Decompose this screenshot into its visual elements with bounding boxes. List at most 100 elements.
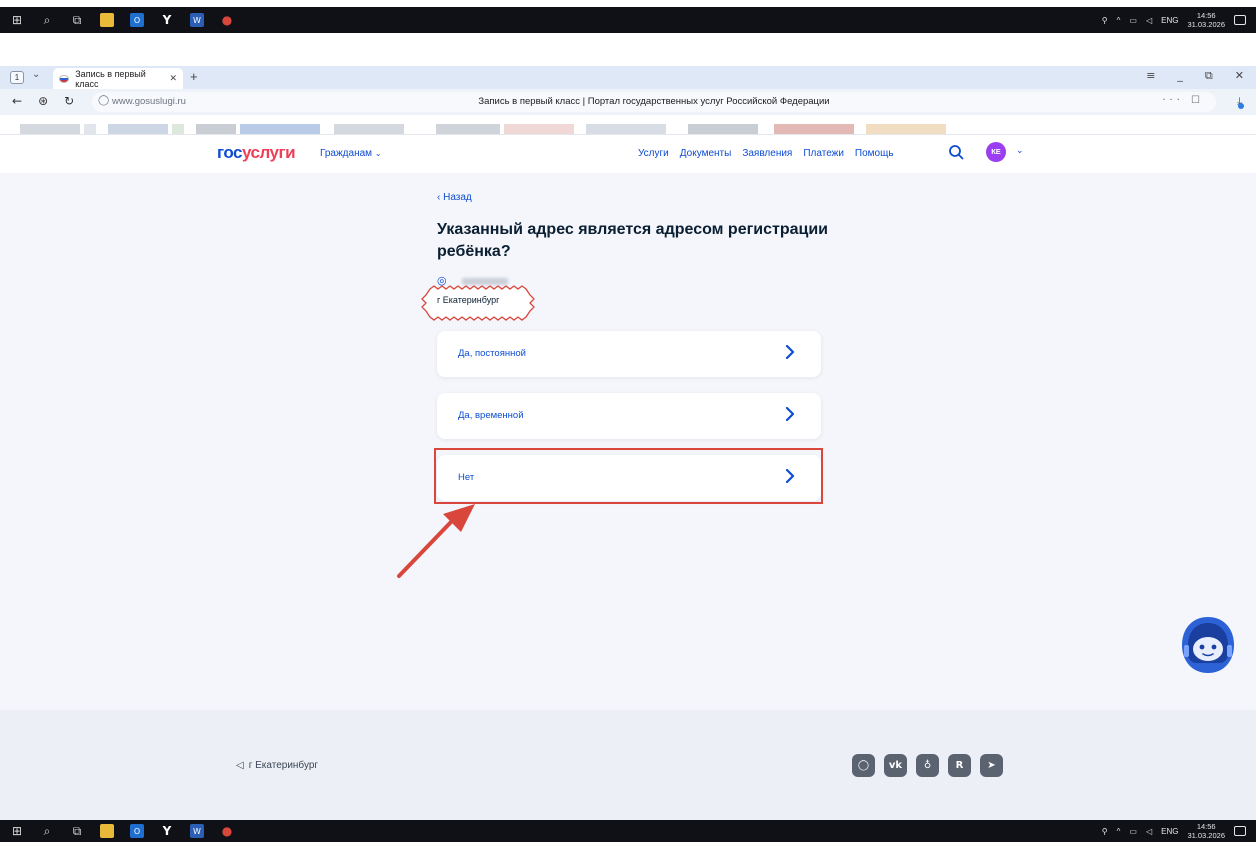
chevron-down-icon: ⌄ [374,149,382,158]
address-bar-row: ← ⊛ ↻ ◯ www.gosuslugi.ru Запись в первый… [0,89,1256,115]
annotation-highlight-box [434,448,823,504]
tabs-dropdown-icon[interactable]: ⌄ [32,69,40,80]
new-tab-icon[interactable]: + [190,69,198,84]
bookmark-item[interactable] [20,124,80,134]
nav-documents[interactable]: Документы [680,148,732,159]
volume-icon[interactable]: ◁ [1146,16,1152,25]
chevron-right-icon [785,345,795,359]
option-permanent[interactable]: Да, постоянной [437,331,821,377]
top-navigation: Услуги Документы Заявления Платежи Помощ… [638,148,894,159]
back-arrow-icon[interactable]: ← [12,94,22,108]
outlook-icon[interactable]: O [130,824,144,838]
word-icon[interactable]: W [190,824,204,838]
app-icon[interactable]: ● [220,13,234,27]
nav-applications[interactable]: Заявления [742,148,792,159]
language-indicator[interactable]: ENG [1161,827,1178,836]
download-badge [1238,103,1244,109]
outlook-icon[interactable]: O [130,13,144,27]
footer-location[interactable]: ◁ г Екатеринбург [236,760,318,771]
search-icon[interactable] [948,144,964,160]
bookmark-item[interactable] [436,124,500,134]
reload-icon[interactable]: ↻ [64,94,74,108]
protect-icon[interactable]: ⊛ [38,94,48,108]
bookmark-item[interactable] [504,124,574,134]
bookmarks-bar [0,115,1256,135]
nav-payments[interactable]: Платежи [803,148,844,159]
tab-counter[interactable]: 1 [10,71,24,84]
back-link[interactable]: ‹ Назад [437,192,472,203]
bookmark-item[interactable] [108,124,168,134]
browser-tabbar: 1 ⌄ Запись в первый класс ✕ + ≡ _ ⧉ ✕ [0,66,1256,89]
bookmark-item[interactable] [84,124,96,134]
page-title-in-bar: Запись в первый класс | Портал государст… [478,96,830,107]
windows-start-icon[interactable]: ⊞ [10,824,24,838]
close-tab-icon[interactable]: ✕ [169,73,177,84]
odnoklassniki-icon[interactable]: ♁ [916,754,939,777]
chevron-down-icon[interactable]: ⌄ [1016,146,1024,156]
search-icon[interactable]: ⌕ [40,13,54,27]
bookmark-item[interactable] [196,124,236,134]
rutube-icon[interactable]: R [948,754,971,777]
yandex-browser-icon[interactable]: Y [160,13,174,27]
clock-date: 31.03.2026 [1187,831,1225,840]
tab-title: Запись в первый класс [75,68,146,89]
assistant-robot-icon[interactable] [1180,615,1236,675]
restore-icon[interactable]: ⧉ [1205,69,1213,83]
tray-chevron-icon[interactable]: ^ [1117,827,1121,836]
browser-tab-active[interactable]: Запись в первый класс ✕ [53,68,183,89]
menu-icon[interactable]: ≡ [1146,69,1155,83]
option-label: Да, постоянной [458,348,526,359]
minimize-icon[interactable]: _ [1177,69,1183,83]
bookmark-item[interactable] [334,124,404,134]
page-content: госуслуги Гражданам ⌄ Услуги Документы З… [0,135,1256,710]
site-footer: ◁ г Екатеринбург ◯ vk ♁ R ➤ [0,710,1256,820]
max-messenger-icon[interactable]: ◯ [852,754,875,777]
citizens-menu[interactable]: Гражданам ⌄ [320,148,382,159]
app-icon[interactable]: ● [220,824,234,838]
yandex-browser-icon[interactable]: Y [160,824,174,838]
file-explorer-icon[interactable] [100,824,114,838]
russia-flag-icon [59,74,70,83]
bookmark-item[interactable] [240,124,320,134]
bookmark-item[interactable] [688,124,758,134]
option-temporary[interactable]: Да, временной [437,393,821,439]
gosuslugi-logo[interactable]: госуслуги [217,143,296,163]
language-indicator[interactable]: ENG [1161,16,1178,25]
windows-start-icon[interactable]: ⊞ [10,13,24,27]
people-icon[interactable]: ⚲ [1102,827,1108,836]
bookmark-item[interactable] [866,124,946,134]
task-view-icon[interactable]: ⧉ [70,824,84,838]
user-avatar[interactable]: КЕ [986,142,1006,162]
location-arrow-icon: ◁ [236,760,244,771]
site-header: госуслуги Гражданам ⌄ Услуги Документы З… [0,135,1256,173]
nav-help[interactable]: Помощь [855,148,894,159]
clock-time: 14:56 [1196,11,1216,20]
bookmark-item[interactable] [586,124,666,134]
clock[interactable]: 14:56 31.03.2026 [1187,11,1225,29]
file-explorer-icon[interactable] [100,13,114,27]
nav-services[interactable]: Услуги [638,148,669,159]
notification-icon[interactable] [1234,15,1246,25]
registration-city: г Екатеринбург [437,295,500,305]
word-icon[interactable]: W [190,13,204,27]
search-icon[interactable]: ⌕ [40,824,54,838]
clock[interactable]: 14:56 31.03.2026 [1187,822,1225,840]
volume-icon[interactable]: ◁ [1146,827,1152,836]
close-window-icon[interactable]: ✕ [1235,69,1244,83]
taskbar-top: ⊞ ⌕ ⧉ O Y W ● ⚲ ^ ▭ ◁ ENG 14:56 31.03.20… [0,7,1256,33]
people-icon[interactable]: ⚲ [1102,16,1108,25]
task-view-icon[interactable]: ⧉ [70,13,84,27]
clock-date: 31.03.2026 [1187,20,1225,29]
vk-icon[interactable]: vk [884,754,907,777]
tray-chevron-icon[interactable]: ^ [1117,16,1121,25]
bookmark-icon[interactable]: ··· ☐ [1162,95,1204,106]
telegram-icon[interactable]: ➤ [980,754,1003,777]
network-icon[interactable]: ▭ [1129,16,1137,25]
url-field[interactable]: ◯ www.gosuslugi.ru Запись в первый класс… [92,92,1216,112]
bookmark-item[interactable] [172,124,184,134]
bookmark-item[interactable] [774,124,854,134]
network-icon[interactable]: ▭ [1129,827,1137,836]
clock-time: 14:56 [1196,822,1216,831]
notification-icon[interactable] [1234,826,1246,836]
taskbar-bottom: ⊞ ⌕ ⧉ O Y W ● ⚲ ^ ▭ ◁ ENG 14:56 31.03.20… [0,820,1256,842]
